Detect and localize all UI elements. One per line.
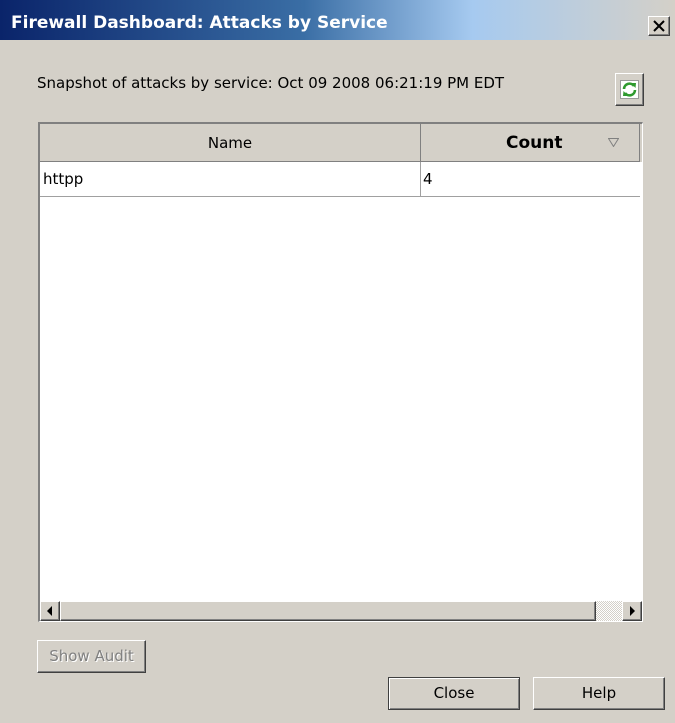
table-header: Name Count (40, 124, 642, 162)
attacks-table: Name Count httpp 4 (38, 122, 643, 622)
scroll-right-button[interactable] (622, 601, 642, 621)
column-header-name[interactable]: Name (40, 124, 421, 162)
scroll-left-button[interactable] (40, 601, 60, 621)
title-bar[interactable]: Firewall Dashboard: Attacks by Service (0, 0, 675, 40)
cell-name: httpp (40, 162, 421, 197)
close-x-icon (653, 20, 665, 32)
refresh-icon (620, 80, 639, 99)
window-close-button[interactable] (648, 16, 670, 36)
refresh-button[interactable] (615, 73, 644, 106)
scroll-track[interactable] (596, 601, 622, 621)
sort-descending-icon (608, 138, 619, 147)
close-button[interactable]: Close (388, 677, 520, 710)
column-header-count-label: Count (506, 133, 563, 153)
help-button[interactable]: Help (533, 677, 665, 710)
window-title: Firewall Dashboard: Attacks by Service (11, 13, 388, 33)
scroll-thumb[interactable] (60, 601, 596, 621)
column-header-count[interactable]: Count (421, 124, 640, 162)
arrow-right-icon (630, 606, 635, 616)
horizontal-scrollbar[interactable] (40, 601, 642, 621)
snapshot-label: Snapshot of attacks by service: Oct 09 2… (37, 74, 505, 92)
show-audit-button[interactable]: Show Audit (37, 640, 146, 673)
column-header-name-label: Name (207, 134, 253, 152)
table-row[interactable]: httpp 4 (40, 162, 640, 197)
cell-count: 4 (423, 170, 433, 188)
firewall-dashboard-window: Firewall Dashboard: Attacks by Service S… (0, 0, 675, 723)
arrow-left-icon (47, 606, 52, 616)
